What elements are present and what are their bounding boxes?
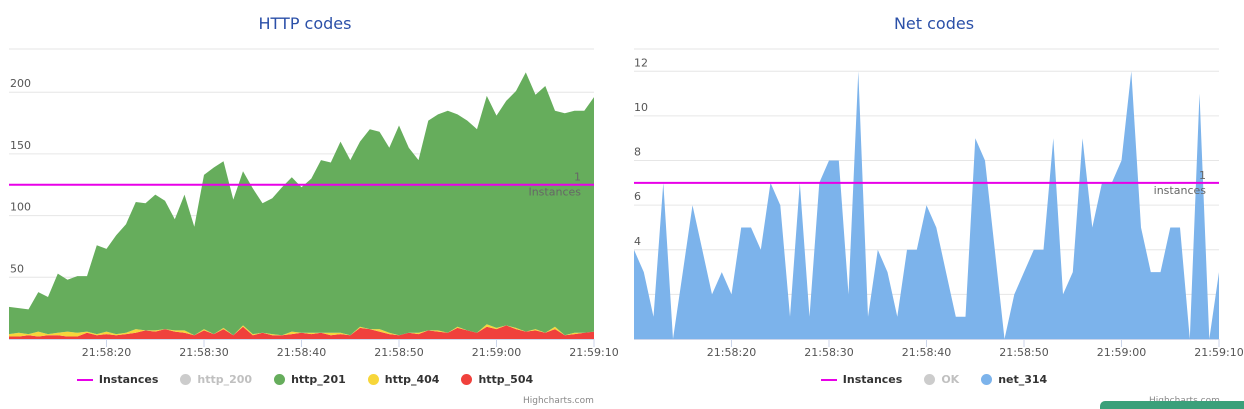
legend-label: net_314 xyxy=(998,373,1048,386)
http-codes-panel: HTTP codes 50 100 150 200 21:58:20 21:58:30 21… xyxy=(0,0,619,409)
legend-item-instances[interactable]: Instances xyxy=(76,373,159,386)
plot-line-name-label: instances xyxy=(1154,184,1207,197)
x-tick-label: 21:58:30 xyxy=(179,346,228,359)
legend-item-http-200[interactable]: http_200 xyxy=(180,373,252,386)
legend: Instances http_200 http_201 http_404 http_50… xyxy=(0,373,610,386)
net-codes-chart: 2468101221:58:2021:58:3021:58:4021:58:50… xyxy=(634,48,1244,359)
legend-label: Instances xyxy=(98,373,159,386)
legend-symbol xyxy=(367,374,379,385)
legend-symbol xyxy=(274,374,286,385)
plot-line-name-label: Instances xyxy=(528,186,581,199)
x-tick-label: 21:58:40 xyxy=(902,346,951,359)
x-tick-label: 21:59:00 xyxy=(472,346,521,359)
y-tick-label: 6 xyxy=(634,190,641,203)
legend-symbol xyxy=(461,374,473,385)
legend-item-http-504[interactable]: http_504 xyxy=(461,373,533,386)
corner-widget[interactable] xyxy=(1100,401,1244,409)
legend: Instances OK net_314 xyxy=(624,373,1244,386)
plot-line-value-label: 1 xyxy=(574,171,581,184)
legend-symbol xyxy=(76,378,93,381)
y-tick-label: 8 xyxy=(634,146,641,159)
legend-label: http_200 xyxy=(197,373,253,386)
legend-item-net-314[interactable]: net_314 xyxy=(981,373,1047,386)
x-tick-label: 21:58:30 xyxy=(804,346,853,359)
http-codes-chart: 50 100 150 200 21:58:20 21:58:30 21:58:40 21:58… xyxy=(9,48,619,359)
y-tick-label: 4 xyxy=(634,235,641,248)
x-tick-label: 21:59:00 xyxy=(1097,346,1146,359)
y-tick-label: 12 xyxy=(634,56,648,69)
legend-item-http-201[interactable]: http_201 xyxy=(274,373,346,386)
highcharts-credit[interactable]: Highcharts.com xyxy=(523,396,594,406)
y-tick-label: 10 xyxy=(634,101,648,114)
series-area-http-201 xyxy=(9,72,594,336)
y-tick-label: 100 xyxy=(10,201,31,214)
x-tick-label: 21:58:50 xyxy=(999,346,1048,359)
x-tick-label: 21:58:20 xyxy=(707,346,756,359)
legend-symbol xyxy=(820,378,837,381)
legend-item-instances[interactable]: Instances xyxy=(820,373,903,386)
y-tick-label: 150 xyxy=(10,139,31,152)
y-tick-label: 50 xyxy=(10,262,24,275)
plot-line-value-label: 1 xyxy=(1199,169,1206,182)
legend-symbol xyxy=(981,374,993,385)
y-tick-label: 200 xyxy=(10,77,31,90)
legend-label: http_504 xyxy=(478,373,534,386)
legend-label: http_404 xyxy=(384,373,440,386)
x-tick-label: 21:59:10 xyxy=(569,346,618,359)
legend-item-ok[interactable]: OK xyxy=(924,373,959,386)
x-tick-label: 21:59:10 xyxy=(1194,346,1243,359)
net-codes-panel: Net codes 2468101221:58:2021:58:3021:58:… xyxy=(624,0,1244,409)
legend-symbol xyxy=(924,374,936,385)
x-tick-label: 21:58:20 xyxy=(82,346,131,359)
legend-item-http-404[interactable]: http_404 xyxy=(367,373,440,386)
legend-label: http_201 xyxy=(291,373,346,386)
x-tick-label: 21:58:40 xyxy=(277,346,326,359)
legend-symbol xyxy=(180,374,192,385)
legend-label: OK xyxy=(941,373,960,386)
x-tick-label: 21:58:50 xyxy=(374,346,423,359)
legend-label: Instances xyxy=(842,373,903,386)
